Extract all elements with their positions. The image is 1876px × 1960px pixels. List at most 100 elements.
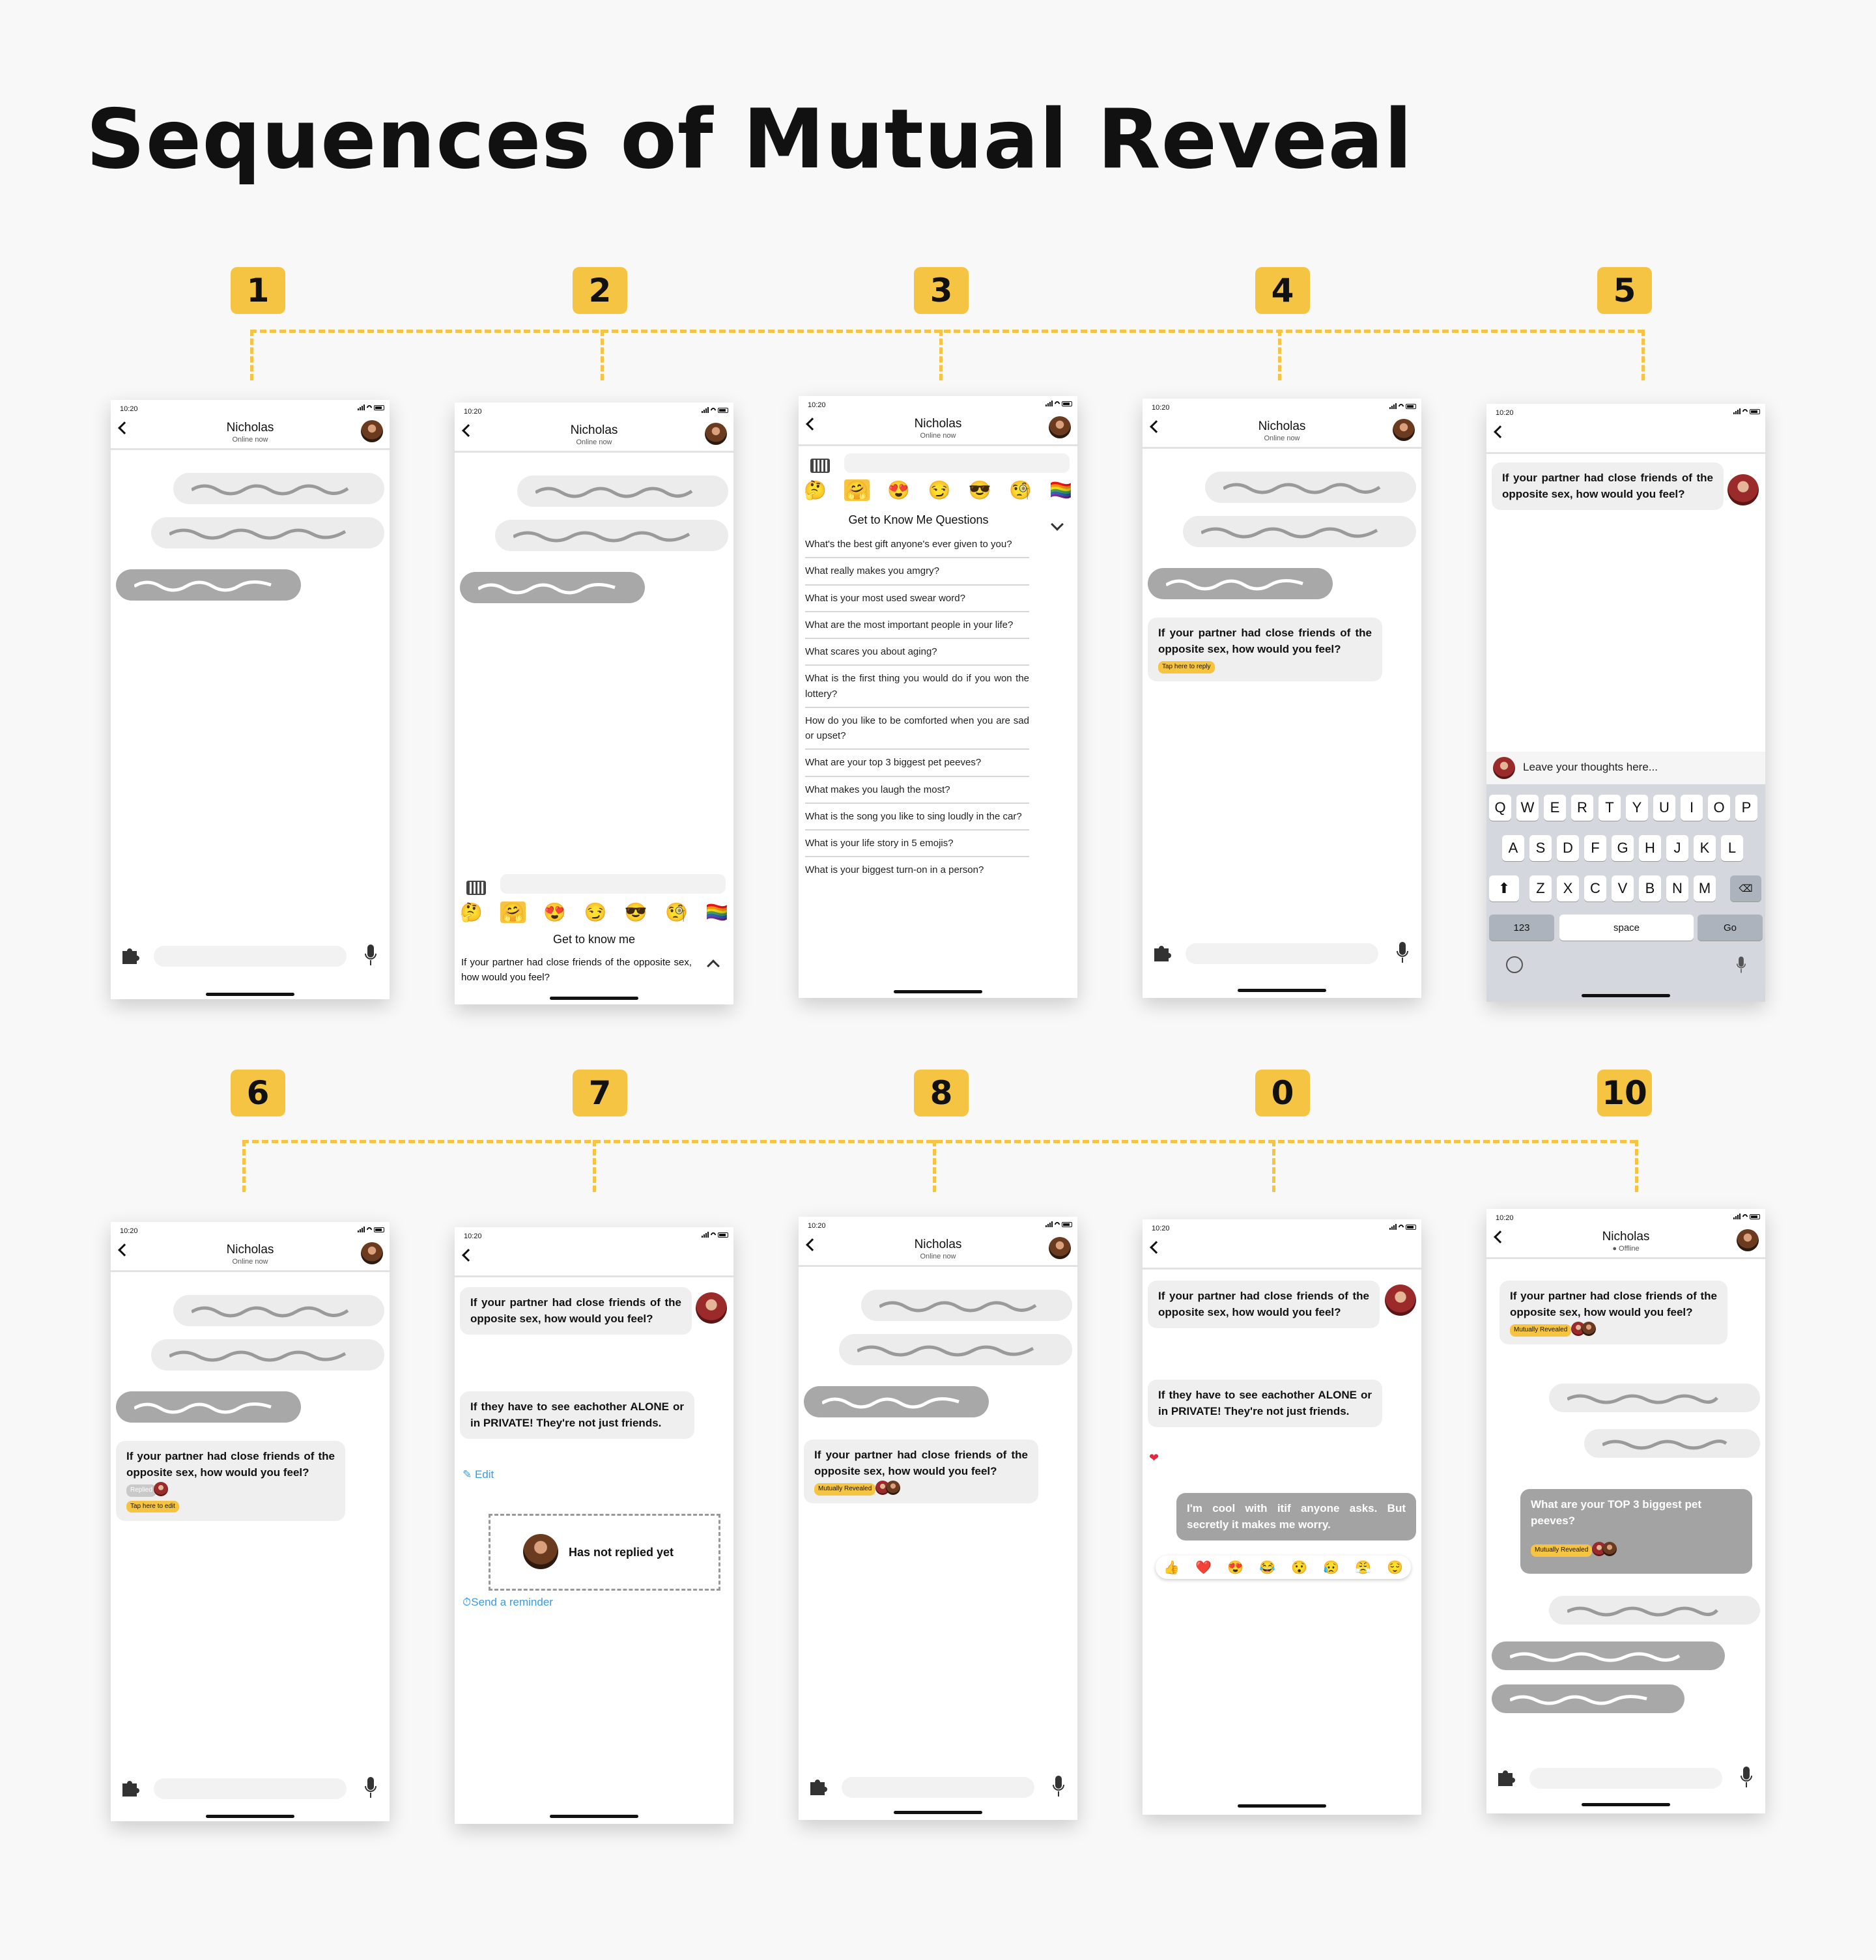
puzzle-icon[interactable] [120,944,141,965]
avatar[interactable] [1737,1229,1759,1251]
reaction-angry[interactable]: 😤 [1355,1559,1371,1576]
mic-icon[interactable] [365,943,377,967]
key[interactable]: X [1557,875,1579,902]
emoji-category[interactable]: 🧐 [1009,479,1032,501]
question-option[interactable]: What is your most used swear word? [805,586,1029,612]
key[interactable]: W [1516,795,1539,821]
reaction-wow[interactable]: 😯 [1291,1559,1307,1576]
reaction-relieved[interactable]: 😌 [1387,1559,1403,1576]
key[interactable]: J [1666,835,1688,861]
emoji-category-selected[interactable]: 🤗 [844,479,870,501]
emoji-category[interactable]: 🏳️‍🌈 [1049,479,1072,501]
emoji-category[interactable]: 😏 [928,479,951,501]
panel-input[interactable] [844,453,1070,473]
emoji-category-selected[interactable]: 🤗 [500,902,526,923]
question-option[interactable]: What really makes you amgry? [805,558,1029,586]
emoji-category[interactable]: 🤔 [460,902,483,923]
question-option[interactable]: What scares you about aging? [805,639,1029,666]
mic-icon[interactable] [365,1776,377,1799]
edit-link[interactable]: ✎ Edit [462,1468,494,1481]
key[interactable]: Z [1529,875,1552,902]
avatar[interactable] [361,1242,383,1264]
question-option[interactable]: What is your life story in 5 emojis? [805,831,1029,858]
avatar[interactable] [361,420,383,442]
emoji-category[interactable]: 😎 [625,902,647,923]
message-input[interactable] [1529,1768,1722,1789]
mic-icon[interactable] [1741,1765,1752,1789]
tap-to-reply-badge[interactable]: Tap here to reply [1158,661,1215,674]
key[interactable]: M [1694,875,1716,902]
panel-input[interactable] [500,874,726,894]
emoji-category[interactable]: 😎 [969,479,991,501]
numbers-key[interactable]: 123 [1489,915,1554,941]
tap-to-edit-badge[interactable]: Tap here to edit [126,1500,179,1513]
send-reminder-link[interactable]: ⏱Send a reminder [462,1596,553,1609]
puzzle-icon[interactable] [1152,942,1172,963]
reaction-sad[interactable]: 😥 [1323,1559,1339,1576]
question-option[interactable]: How do you like to be comforted when you… [805,708,1029,750]
key[interactable]: Y [1626,795,1648,821]
shift-key[interactable]: ⬆ [1489,875,1519,902]
message-input[interactable] [842,1777,1034,1798]
reply-input[interactable]: Leave your thoughts here... [1523,761,1658,774]
mic-icon[interactable] [1737,955,1746,974]
mutually-revealed-badge[interactable]: Mutually Revealed [1510,1324,1572,1337]
emoji-category[interactable]: 🤔 [804,479,827,501]
avatar[interactable] [705,423,727,445]
mutually-revealed-badge[interactable]: Mutually Revealed [1531,1544,1593,1557]
mic-icon[interactable] [1053,1774,1064,1798]
key[interactable]: U [1653,795,1675,821]
puzzle-icon[interactable] [808,1776,829,1797]
question-option[interactable]: What are the most important people in yo… [805,612,1029,639]
question-option[interactable]: What is your biggest turn-on in a person… [805,857,1029,883]
key[interactable]: G [1612,835,1634,861]
emoji-category[interactable]: 😏 [584,902,607,923]
key[interactable]: K [1694,835,1716,861]
question-option[interactable]: What makes you laugh the most? [805,777,1029,804]
key[interactable]: H [1639,835,1661,861]
key[interactable]: V [1612,875,1634,902]
key[interactable]: O [1708,795,1730,821]
reaction-heart[interactable]: ❤️ [1195,1559,1212,1576]
emoji-category-strip[interactable]: 🤔 🤗 😍 😏 😎 🧐 🏳️‍🌈 [460,902,728,923]
question-option[interactable]: What is the first thing you would do if … [805,666,1029,708]
space-key[interactable]: space [1559,915,1694,941]
key[interactable]: E [1544,795,1566,821]
chevron-up-icon[interactable] [707,959,720,973]
key[interactable]: R [1571,795,1593,821]
key[interactable]: P [1735,795,1757,821]
key[interactable]: A [1502,835,1524,861]
key[interactable]: I [1681,795,1703,821]
emoji-category-strip[interactable]: 🤔 🤗 😍 😏 😎 🧐 🏳️‍🌈 [804,479,1072,501]
puzzle-icon[interactable] [1496,1767,1516,1787]
key[interactable]: N [1666,875,1688,902]
keyboard-icon[interactable] [466,881,486,895]
go-key[interactable]: Go [1698,915,1763,941]
key[interactable]: L [1721,835,1743,861]
mutually-revealed-badge[interactable]: Mutually Revealed [814,1483,876,1496]
reaction-heart-eyes[interactable]: 😍 [1227,1559,1244,1576]
key[interactable]: T [1599,795,1621,821]
key[interactable]: C [1584,875,1606,902]
avatar[interactable] [1049,1237,1071,1259]
question-option[interactable]: What is the song you like to sing loudly… [805,804,1029,831]
key[interactable]: S [1529,835,1552,861]
question-option[interactable]: What's the best gift anyone's ever given… [805,532,1029,559]
keyboard-icon[interactable] [810,459,830,473]
avatar[interactable] [1393,419,1415,441]
question-option[interactable]: What are your top 3 biggest pet peeves? [805,750,1029,777]
key[interactable]: D [1557,835,1579,861]
key[interactable]: Q [1489,795,1511,821]
puzzle-icon[interactable] [120,1777,141,1798]
message-input[interactable] [1186,943,1378,964]
mic-icon[interactable] [1397,941,1408,964]
emoji-keyboard-icon[interactable] [1506,956,1523,973]
back-icon[interactable] [462,1249,475,1262]
chevron-down-icon[interactable] [1051,518,1064,531]
reaction-laugh[interactable]: 😂 [1259,1559,1275,1576]
emoji-category[interactable]: 😍 [887,479,910,501]
back-icon[interactable] [1150,1241,1163,1254]
emoji-category[interactable]: 😍 [543,902,566,923]
key[interactable]: B [1639,875,1661,902]
message-input[interactable] [154,1778,347,1799]
